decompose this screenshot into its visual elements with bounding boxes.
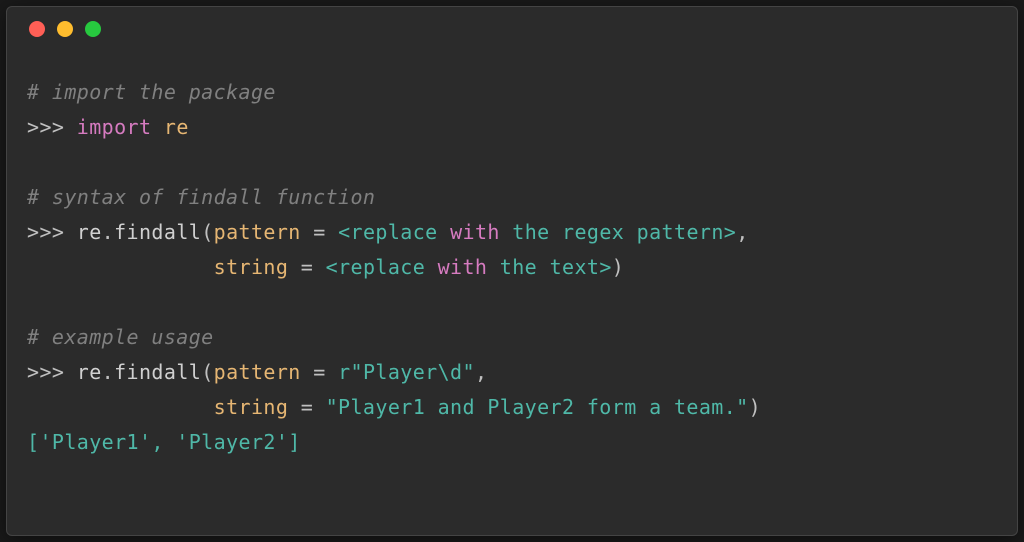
comment-text: # example usage xyxy=(27,325,214,349)
repl-prompt: >>> xyxy=(27,360,77,384)
keyword-import: import xyxy=(77,115,152,139)
code-line: # import the package xyxy=(27,75,997,110)
code-line: # example usage xyxy=(27,320,997,355)
dot-operator: . xyxy=(102,220,114,244)
blank-line xyxy=(27,145,997,180)
param-name: pattern xyxy=(214,220,301,244)
module-ref: re xyxy=(77,220,102,244)
rparen: ) xyxy=(612,255,624,279)
repl-prompt: >>> xyxy=(27,220,77,244)
angle-gt: > xyxy=(724,220,736,244)
comment-text: # syntax of findall function xyxy=(27,185,375,209)
equals: = xyxy=(301,220,338,244)
code-line: # syntax of findall function xyxy=(27,180,997,215)
angle-lt: < xyxy=(338,220,350,244)
code-line: string = "Player1 and Player2 form a tea… xyxy=(27,390,997,425)
minimize-icon[interactable] xyxy=(57,21,73,37)
dot-operator: . xyxy=(102,360,114,384)
angle-gt: > xyxy=(599,255,611,279)
code-line: string = <replace with the text>) xyxy=(27,250,997,285)
blank-line xyxy=(27,285,997,320)
param-name: pattern xyxy=(214,360,301,384)
space xyxy=(151,115,163,139)
module-ref: re xyxy=(77,360,102,384)
maximize-icon[interactable] xyxy=(85,21,101,37)
function-name: findall xyxy=(114,220,201,244)
equals: = xyxy=(288,255,325,279)
equals: = xyxy=(288,395,325,419)
param-name: string xyxy=(214,395,289,419)
indent xyxy=(27,395,214,419)
comma: , xyxy=(736,220,748,244)
comma: , xyxy=(475,360,487,384)
code-line: >>> re.findall(pattern = <replace with t… xyxy=(27,215,997,250)
window-titlebar xyxy=(7,7,1017,51)
code-line: >>> import re xyxy=(27,110,997,145)
code-line: ['Player1', 'Player2'] xyxy=(27,425,997,460)
angle-lt: < xyxy=(326,255,338,279)
placeholder-text: the regex pattern xyxy=(500,220,724,244)
placeholder-text: the text xyxy=(487,255,599,279)
lparen: ( xyxy=(201,360,213,384)
terminal-window: # import the package >>> import re # syn… xyxy=(6,6,1018,536)
function-name: findall xyxy=(114,360,201,384)
repl-prompt: >>> xyxy=(27,115,77,139)
code-content: # import the package >>> import re # syn… xyxy=(7,51,1017,484)
lparen: ( xyxy=(201,220,213,244)
keyword-with: with xyxy=(450,220,500,244)
close-icon[interactable] xyxy=(29,21,45,37)
keyword-with: with xyxy=(438,255,488,279)
placeholder-text: replace xyxy=(351,220,451,244)
module-name: re xyxy=(164,115,189,139)
comment-text: # import the package xyxy=(27,80,276,104)
output-result: ['Player1', 'Player2'] xyxy=(27,430,301,454)
rparen: ) xyxy=(749,395,761,419)
string-literal: r"Player\d" xyxy=(338,360,475,384)
indent xyxy=(27,255,214,279)
equals: = xyxy=(301,360,338,384)
string-literal: "Player1 and Player2 form a team." xyxy=(326,395,749,419)
placeholder-text: replace xyxy=(338,255,438,279)
param-name: string xyxy=(214,255,289,279)
code-line: >>> re.findall(pattern = r"Player\d", xyxy=(27,355,997,390)
